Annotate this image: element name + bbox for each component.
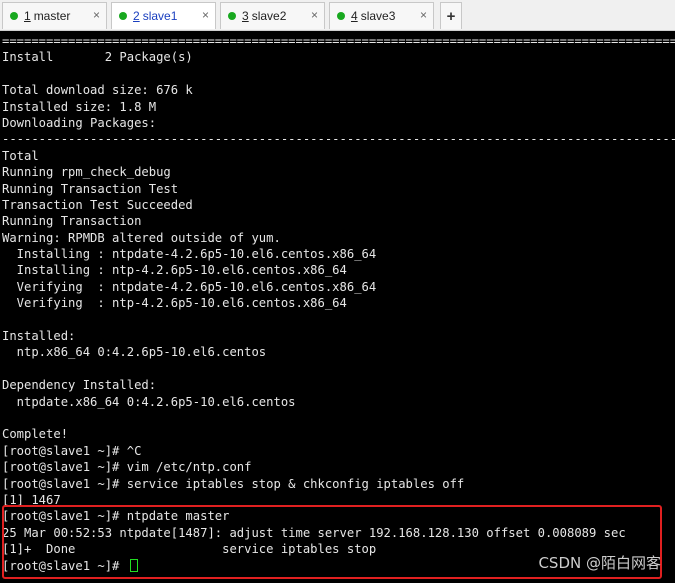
tab-slave1[interactable]: 2 slave1 × [111,2,216,29]
terminal-line: Installed: [2,329,76,344]
terminal-line: Verifying : ntpdate-4.2.6p5-10.el6.cento… [2,279,377,294]
tab-number: 2 [133,9,140,23]
terminal-line: Complete! [2,427,69,442]
close-icon[interactable]: × [202,8,209,22]
tab-slave2[interactable]: 3 slave2 × [220,2,325,29]
tab-label: master [33,9,71,23]
terminal-line: [root@slave1 ~]# ^C [2,443,142,458]
terminal-line: 25 Mar 00:52:53 ntpdate[1487]: adjust ti… [2,525,626,540]
terminal-line: ntpdate.x86_64 0:4.2.6p5-10.el6.centos [2,394,296,409]
terminal-line: Transaction Test Succeeded [2,197,193,212]
terminal-line: Installed size: 1.8 M [2,99,157,114]
close-icon[interactable]: × [311,8,318,22]
terminal-line: Running rpm_check_debug [2,165,171,180]
connected-status-icon [119,12,127,20]
terminal-line: Verifying : ntp-4.2.6p5-10.el6.centos.x8… [2,296,347,311]
terminal-line: Warning: RPMDB altered outside of yum. [2,230,281,245]
terminal-line: Dependency Installed: [2,378,157,393]
terminal-line: Total [2,148,39,163]
tab-label: slave2 [251,9,287,23]
terminal-line: Install 2 Package(s) [2,50,193,65]
terminal-line: ntp.x86_64 0:4.2.6p5-10.el6.centos [2,345,267,360]
tab-master[interactable]: 1 master × [2,2,107,29]
terminal-line: Installing : ntp-4.2.6p5-10.el6.centos.x… [2,263,347,278]
tab-number: 4 [351,9,358,23]
terminal-line: Downloading Packages: [2,115,157,130]
terminal-line: Running Transaction [2,214,142,229]
close-icon[interactable]: × [93,8,100,22]
terminal-line: [root@slave1 ~]# vim /etc/ntp.conf [2,460,252,475]
terminal-line: ----------------------------------------… [2,132,675,147]
terminal-app-window: 1 master × 2 slave1 × 3 slave2 × 4 slave… [0,0,675,583]
text-cursor [129,558,138,572]
close-icon[interactable]: × [420,8,427,22]
terminal-line: [root@slave1 ~]# service iptables stop &… [2,476,465,491]
tab-number: 3 [242,9,249,23]
session-tab-bar: 1 master × 2 slave1 × 3 slave2 × 4 slave… [0,0,675,31]
terminal-line: Installing : ntpdate-4.2.6p5-10.el6.cent… [2,247,377,262]
terminal-line: Total download size: 676 k [2,83,193,98]
terminal-line: [root@slave1 ~]# ntpdate master [2,509,230,524]
tab-slave3[interactable]: 4 slave3 × [329,2,434,29]
tab-number: 1 [24,9,31,23]
tab-label: slave3 [360,9,396,23]
connected-status-icon [337,12,345,20]
plus-icon: + [446,7,456,25]
tab-label: slave1 [142,9,178,23]
connected-status-icon [228,12,236,20]
watermark: CSDN @陌白网客 [538,554,661,572]
terminal-line: Running Transaction Test [2,181,179,196]
terminal-output[interactable]: ========================================… [0,31,675,583]
new-tab-button[interactable]: + [440,2,462,29]
connected-status-icon [10,12,18,20]
terminal-line: [1] 1467 [2,492,61,507]
terminal-lines: ========================================… [2,33,675,574]
terminal-line: ========================================… [2,34,675,48]
